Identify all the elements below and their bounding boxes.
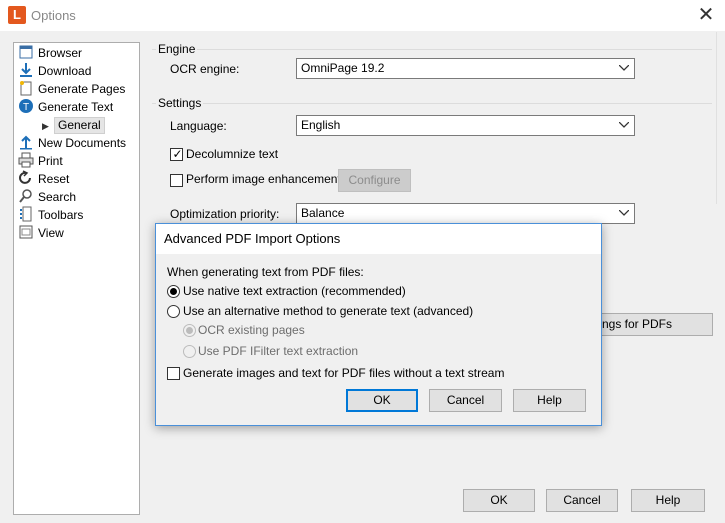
svg-text:T: T [23, 102, 29, 113]
options-category-tree: Browser Download Generate Pages T Generat… [13, 42, 140, 515]
image-enhancement-checkbox[interactable] [170, 174, 183, 187]
settings-group-line [152, 103, 712, 104]
engine-group-label: Engine [156, 42, 198, 56]
toolbars-icon [18, 206, 34, 222]
generate-images-label: Generate images and text for PDF files w… [183, 366, 505, 380]
print-icon [18, 152, 34, 168]
settings-group-label: Settings [156, 96, 204, 110]
ocr-engine-select[interactable]: OmniPage 19.2 [296, 58, 635, 79]
language-select[interactable]: English [296, 115, 635, 136]
native-extraction-radio[interactable] [167, 285, 180, 298]
image-enhancement-label: Perform image enhancement [186, 172, 341, 186]
tree-item-label: Generate Text [38, 100, 114, 114]
language-label: Language: [170, 119, 227, 133]
alternative-method-radio[interactable] [167, 305, 180, 318]
dialog-ok-button[interactable]: OK [346, 389, 418, 412]
tree-item-new-documents[interactable]: New Documents [18, 134, 126, 152]
configure-button[interactable]: Configure [338, 169, 411, 192]
optimization-priority-value: Balance [301, 206, 345, 220]
advanced-pdf-import-dialog: Advanced PDF Import Options When generat… [155, 223, 602, 426]
ocr-existing-pages-radio[interactable] [183, 324, 196, 337]
radio-dot [186, 327, 193, 334]
tree-item-label: General [54, 117, 105, 134]
engine-group-line [152, 49, 712, 50]
tree-item-label: Search [38, 190, 77, 204]
tree-item-label: Toolbars [38, 208, 84, 222]
window-title: Options [31, 8, 76, 23]
tree-item-label: Print [38, 154, 63, 168]
tree-item-label: Download [38, 64, 92, 78]
generate-pages-icon [18, 80, 34, 96]
chevron-down-icon [617, 204, 631, 223]
decolumnize-checkbox[interactable]: ✓ [170, 147, 183, 161]
tree-item-toolbars[interactable]: Toolbars [18, 206, 83, 224]
tree-item-label: Reset [38, 172, 70, 186]
download-icon [18, 62, 34, 78]
tree-item-download[interactable]: Download [18, 62, 91, 80]
tree-item-generate-pages[interactable]: Generate Pages [18, 80, 125, 98]
tree-item-search[interactable]: Search [18, 188, 76, 206]
help-button[interactable]: Help [631, 489, 705, 512]
dialog-cancel-button[interactable]: Cancel [429, 389, 502, 412]
search-icon [18, 188, 34, 204]
pdf-ifilter-radio[interactable] [183, 345, 196, 358]
optimization-priority-select[interactable]: Balance [296, 203, 635, 224]
dialog-intro-text: When generating text from PDF files: [167, 265, 364, 279]
reset-icon [18, 170, 34, 186]
ocr-engine-label: OCR engine: [170, 62, 240, 76]
native-extraction-label: Use native text extraction (recommended) [183, 284, 406, 298]
tree-item-label: View [38, 226, 64, 240]
tree-item-general[interactable]: ▶ General [42, 116, 105, 134]
radio-dot [170, 288, 177, 295]
tree-item-generate-text[interactable]: T Generate Text [18, 98, 113, 116]
dialog-help-button[interactable]: Help [513, 389, 586, 412]
app-logo-icon: L [8, 6, 26, 24]
chevron-down-icon [617, 116, 631, 135]
tree-item-view[interactable]: View [18, 224, 64, 242]
tree-item-reset[interactable]: Reset [18, 170, 69, 188]
alternative-method-label: Use an alternative method to generate te… [183, 304, 474, 318]
checkmark-icon: ✓ [172, 147, 183, 161]
ocr-engine-value: OmniPage 19.2 [301, 61, 385, 75]
dialog-title: Advanced PDF Import Options [156, 224, 601, 254]
close-icon[interactable]: ✕ [693, 2, 719, 28]
scrollbar-edge[interactable] [716, 32, 725, 204]
optimization-priority-label: Optimization priority: [170, 207, 280, 221]
generate-text-icon: T [18, 98, 34, 114]
new-documents-icon [18, 134, 34, 150]
browser-icon [18, 44, 34, 60]
pdf-ifilter-label: Use PDF IFilter text extraction [198, 344, 359, 358]
title-bar: L Options ✕ [0, 0, 725, 31]
tree-item-label: Browser [38, 46, 83, 60]
language-value: English [301, 118, 341, 132]
tree-item-label: New Documents [38, 136, 127, 150]
tree-item-browser[interactable]: Browser [18, 44, 82, 62]
caret-right-icon: ▶ [42, 121, 49, 131]
view-icon [18, 224, 34, 240]
ocr-existing-pages-label: OCR existing pages [198, 323, 305, 337]
generate-images-checkbox[interactable] [167, 367, 180, 380]
cancel-button[interactable]: Cancel [546, 489, 618, 512]
decolumnize-label: Decolumnize text [186, 147, 279, 161]
chevron-down-icon [617, 59, 631, 78]
tree-item-print[interactable]: Print [18, 152, 63, 170]
tree-item-label: Generate Pages [38, 82, 126, 96]
ok-button[interactable]: OK [463, 489, 535, 512]
